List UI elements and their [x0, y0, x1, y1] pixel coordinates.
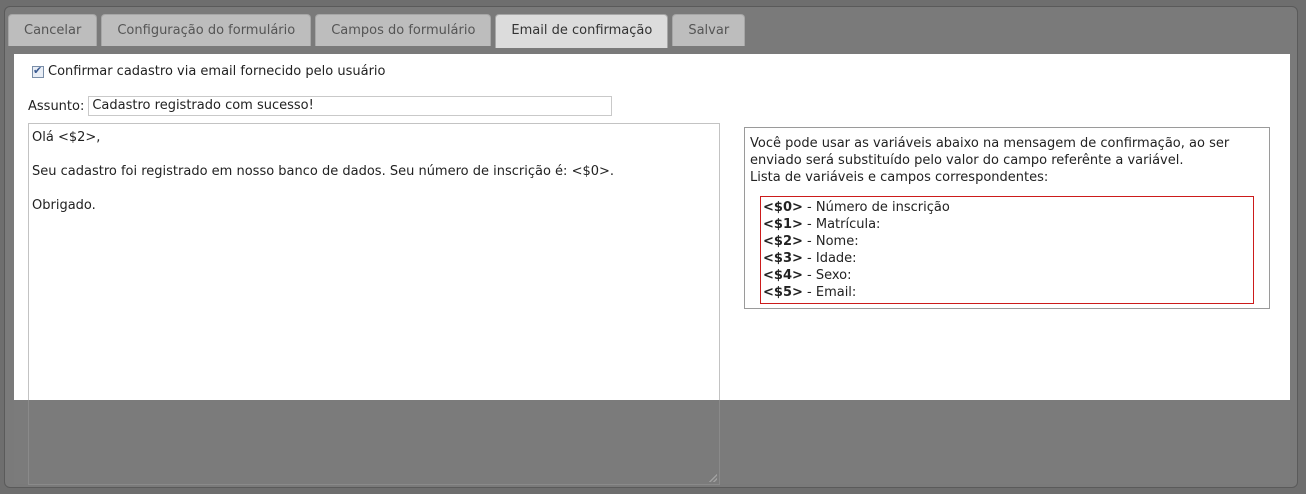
message-line: Obrigado. [32, 198, 96, 213]
variable-code: <$3> [763, 251, 803, 266]
tab-bar: Cancelar Configuração do formulário Camp… [8, 10, 1294, 48]
subject-input[interactable]: Cadastro registrado com sucesso! [88, 96, 613, 116]
variable-field: - Número de inscrição [807, 200, 950, 215]
tab-email-confirmacao[interactable]: Email de confirmação [495, 14, 669, 48]
message-line: Seu cadastro foi registrado em nosso ban… [32, 164, 615, 179]
tab-cancelar[interactable]: Cancelar [8, 14, 98, 46]
variable-code: <$1> [763, 217, 803, 232]
confirm-checkbox[interactable] [32, 64, 44, 78]
tab-configuracao[interactable]: Configuração do formulário [101, 14, 312, 46]
help-intro: Você pode usar as variáveis abaixo na me… [750, 136, 1230, 168]
variable-code: <$2> [763, 234, 803, 249]
subject-label: Assunto: [28, 98, 85, 114]
variable-item: <$0> - Número de inscrição [763, 199, 1251, 216]
variable-item: <$4> - Sexo: [763, 267, 1251, 284]
tab-salvar[interactable]: Salvar [672, 14, 746, 46]
tab-panel: Confirmar cadastro via email fornecido p… [14, 54, 1290, 484]
variables-list: <$0> - Número de inscrição <$1> - Matríc… [760, 196, 1254, 304]
message-line: Olá <$2>, [32, 130, 101, 145]
variable-field: - Sexo: [807, 268, 852, 283]
tab-campos[interactable]: Campos do formulário [315, 14, 492, 46]
variable-field: - Idade: [807, 251, 857, 266]
confirm-label: Confirmar cadastro via email fornecido p… [48, 64, 386, 79]
variables-help-box: Você pode usar as variáveis abaixo na me… [744, 127, 1270, 309]
variable-field: - Nome: [807, 234, 859, 249]
variable-field: - Matrícula: [807, 217, 881, 232]
message-textarea-overlaid [28, 400, 720, 485]
confirm-row: Confirmar cadastro via email fornecido p… [32, 64, 385, 79]
variable-code: <$0> [763, 200, 803, 215]
variable-code: <$4> [763, 268, 803, 283]
variable-item: <$1> - Matrícula: [763, 216, 1251, 233]
help-list-title: Lista de variáveis e campos corresponden… [750, 170, 1049, 185]
variable-item: <$2> - Nome: [763, 233, 1251, 250]
subject-row: Assunto: Cadastro registrado com sucesso… [28, 96, 613, 116]
variable-item: <$3> - Idade: [763, 250, 1251, 267]
variable-code: <$5> [763, 285, 803, 300]
variable-item: <$5> - Email: [763, 284, 1251, 301]
variable-field: - Email: [807, 285, 857, 300]
resize-grip-icon[interactable] [709, 474, 717, 482]
